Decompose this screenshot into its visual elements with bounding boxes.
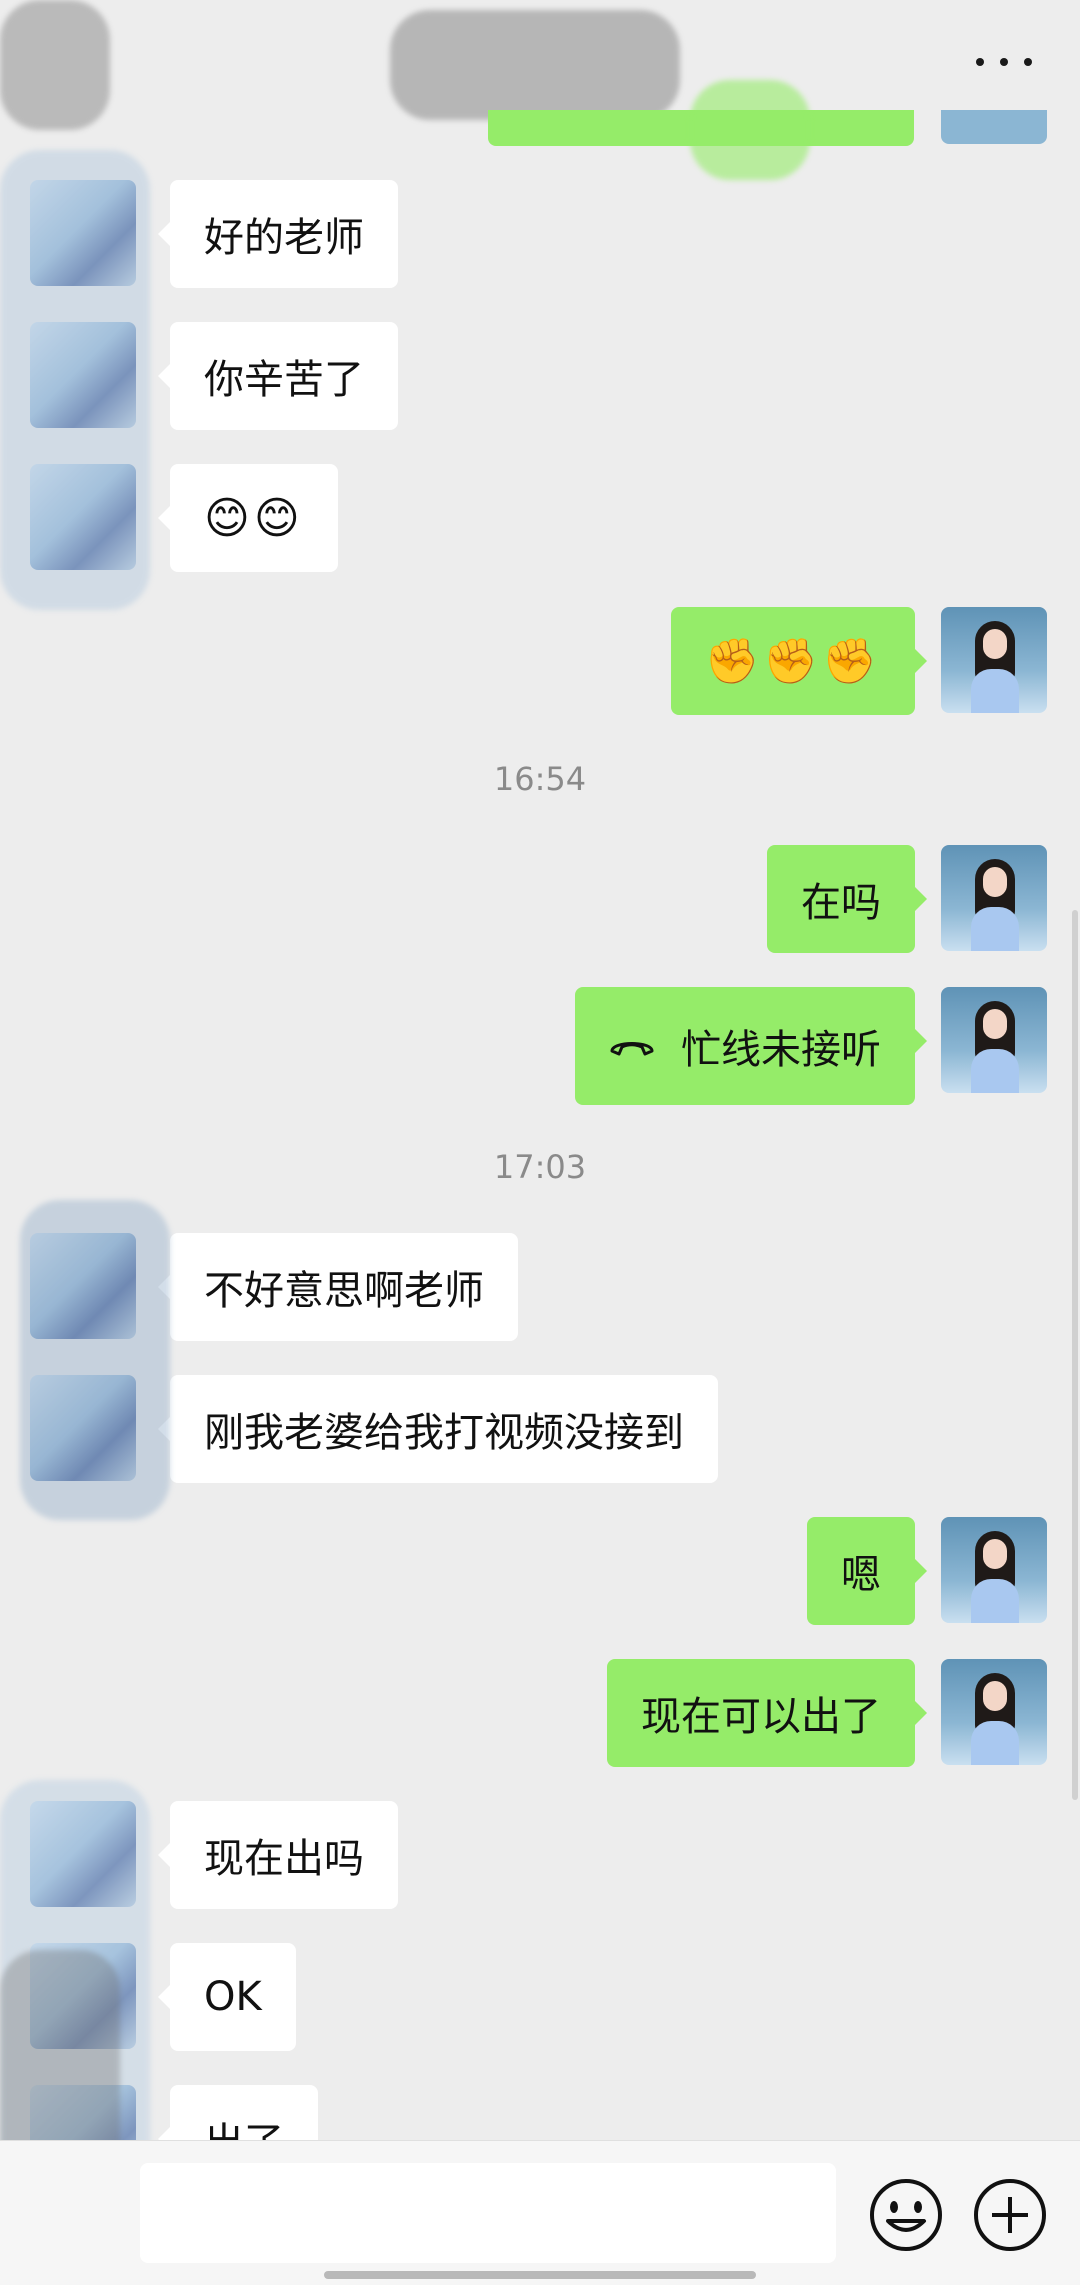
message-row: 出了 — [0, 2085, 1080, 2140]
message-row: ✊✊✊ — [0, 607, 1080, 717]
message-bubble[interactable]: 出了 — [158, 2085, 318, 2140]
message-bubble[interactable]: OK — [158, 1943, 296, 2051]
plus-icon[interactable] — [970, 2175, 1050, 2255]
message-row: 现在可以出了 — [0, 1659, 1080, 1769]
message-bubble[interactable]: 现在可以出了 — [607, 1659, 927, 1767]
self-avatar[interactable] — [941, 845, 1047, 951]
redaction-scribble — [20, 1200, 170, 1520]
timestamp: 17:03 — [493, 1148, 587, 1186]
message-bubble[interactable]: 现在出吗 — [158, 1801, 398, 1909]
self-avatar[interactable] — [941, 987, 1047, 1093]
message-bubble[interactable]: 不好意思啊老师 — [158, 1233, 518, 1341]
more-icon[interactable] — [976, 52, 1032, 72]
message-bubble[interactable]: 刚我老婆给我打视频没接到 — [158, 1375, 718, 1483]
redaction-scribble — [0, 150, 150, 610]
message-row: 你辛苦了 — [0, 322, 1080, 432]
scrollbar[interactable] — [1072, 910, 1078, 1800]
message-row: 好的老师 — [0, 180, 1080, 290]
message-input[interactable] — [140, 2163, 836, 2263]
previous-message-row — [0, 80, 1080, 180]
redacted-title-scribble — [390, 10, 680, 120]
input-bar — [0, 2140, 1080, 2285]
message-bubble[interactable]: 在吗 — [767, 845, 927, 953]
emoji-icon[interactable] — [866, 2175, 946, 2255]
self-avatar[interactable] — [941, 1517, 1047, 1623]
timestamp: 16:54 — [493, 760, 587, 798]
self-avatar[interactable] — [941, 1659, 1047, 1765]
message-bubble[interactable]: ✊✊✊ — [670, 607, 928, 715]
message-row: OK — [0, 1943, 1080, 2053]
message-bubble[interactable]: 好的老师 — [158, 180, 398, 288]
message-row: 现在出吗 — [0, 1801, 1080, 1911]
phone-hangup-icon — [609, 1034, 655, 1058]
message-row: 在吗 — [0, 845, 1080, 955]
message-bubble[interactable]: 😊😊 — [158, 464, 338, 572]
message-bubble[interactable]: 你辛苦了 — [158, 322, 398, 430]
call-record-bubble[interactable]: 忙线未接听 — [575, 987, 927, 1105]
message-row: 忙线未接听 — [0, 987, 1080, 1105]
home-indicator[interactable] — [324, 2271, 756, 2279]
message-bubble[interactable]: 嗯 — [807, 1517, 927, 1625]
self-avatar[interactable] — [941, 607, 1047, 713]
message-row: 嗯 — [0, 1517, 1080, 1627]
message-row: 😊😊 — [0, 464, 1080, 574]
